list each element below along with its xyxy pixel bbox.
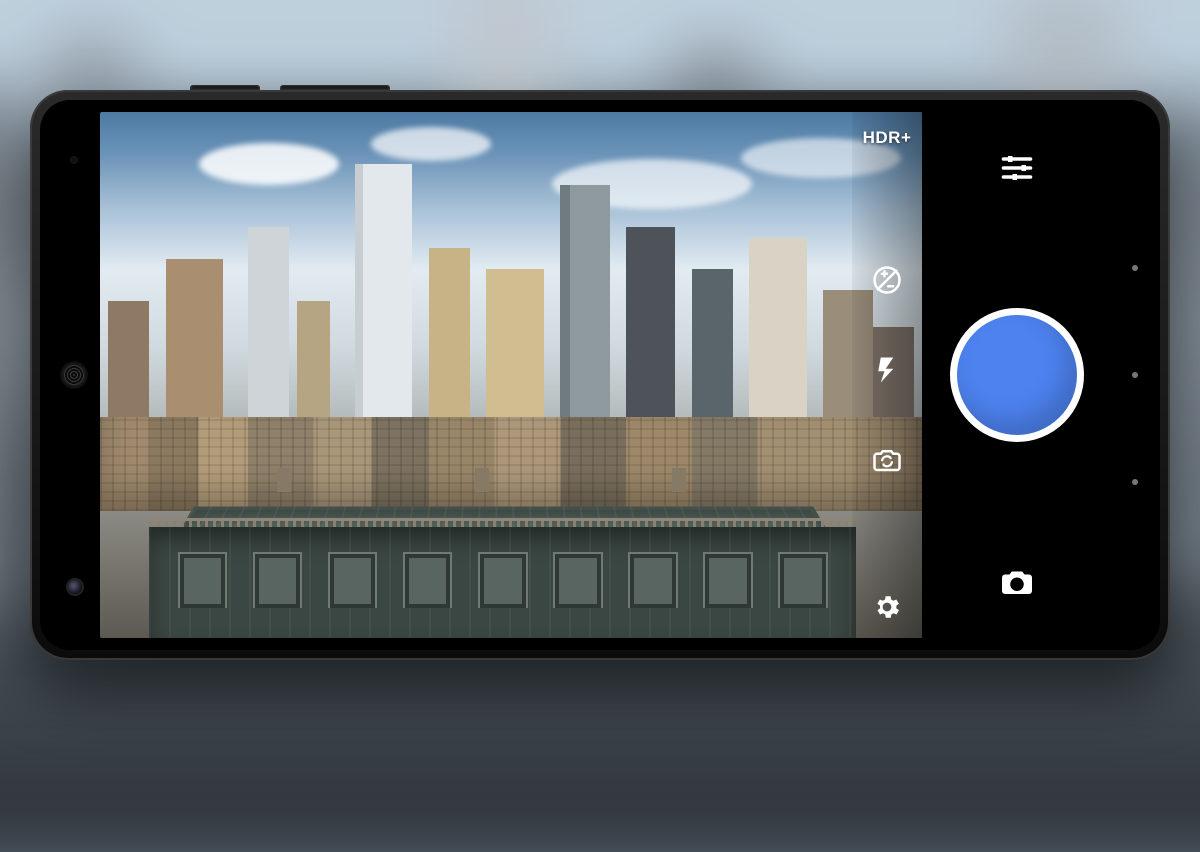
- phone-bezel: HDR+: [40, 100, 1160, 650]
- scene-foreground-roof: [149, 480, 856, 638]
- settings-icon[interactable]: [872, 592, 902, 622]
- hdr-toggle[interactable]: HDR+: [863, 128, 912, 148]
- shutter-button[interactable]: [950, 308, 1084, 442]
- scene-cloud: [199, 143, 339, 185]
- proximity-sensor: [70, 156, 78, 164]
- switch-camera-icon[interactable]: [872, 445, 902, 475]
- sliders-icon[interactable]: [999, 150, 1035, 186]
- viewfinder-toggle-strip: HDR+: [852, 112, 922, 638]
- camera-viewfinder[interactable]: HDR+: [100, 112, 922, 638]
- volume-button-edge: [280, 85, 390, 90]
- earpiece-speaker: [60, 361, 88, 389]
- scene-cloud: [371, 127, 491, 161]
- power-button-edge: [190, 85, 260, 90]
- nav-dot: [1132, 372, 1138, 378]
- flash-icon[interactable]: [872, 355, 902, 385]
- nav-dot: [1132, 265, 1138, 271]
- scene-building: [355, 164, 413, 459]
- nav-dot: [1132, 479, 1138, 485]
- exposure-icon[interactable]: [872, 265, 902, 295]
- camera-icon[interactable]: [999, 564, 1035, 600]
- phone-frame: HDR+: [30, 90, 1170, 660]
- camera-control-panel: [922, 112, 1112, 638]
- device-screen: HDR+: [100, 112, 1112, 638]
- front-camera-lens: [68, 580, 82, 594]
